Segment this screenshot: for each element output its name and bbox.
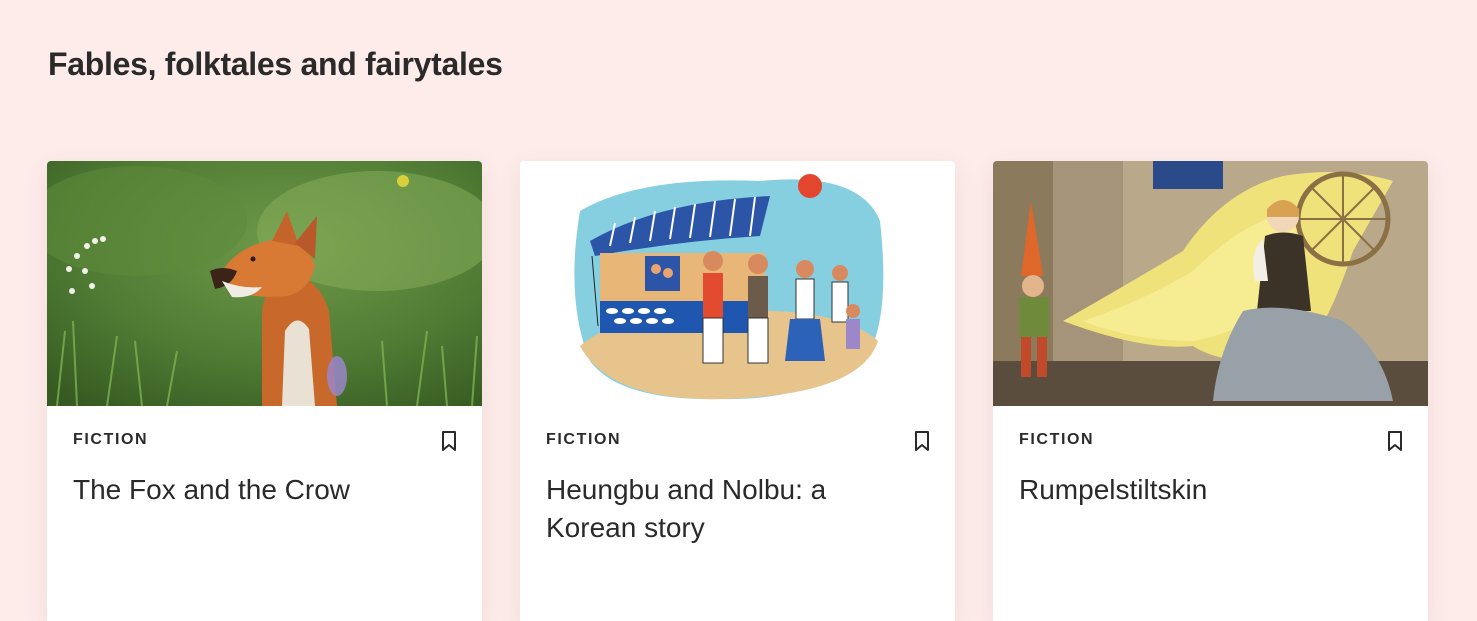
card-category[interactable]: FICTION bbox=[73, 431, 456, 449]
bookmark-icon[interactable] bbox=[440, 430, 458, 452]
story-card[interactable]: FICTION Rumpelstiltskin bbox=[993, 161, 1428, 621]
section-title: Fables, folktales and fairytales bbox=[48, 46, 503, 82]
bookmark-icon[interactable] bbox=[913, 430, 931, 452]
card-body: FICTION Heungbu and Nolbu: a Korean stor… bbox=[520, 406, 955, 547]
card-image-fox[interactable] bbox=[47, 161, 482, 406]
card-image-korean-story[interactable] bbox=[520, 161, 955, 406]
card-title[interactable]: Heungbu and Nolbu: a Korean story bbox=[546, 471, 929, 547]
card-category[interactable]: FICTION bbox=[1019, 431, 1402, 449]
card-category[interactable]: FICTION bbox=[546, 431, 929, 449]
card-list: FICTION The Fox and the Crow FICTION Heu… bbox=[47, 161, 1428, 621]
card-title[interactable]: Rumpelstiltskin bbox=[1019, 471, 1402, 509]
bookmark-icon[interactable] bbox=[1386, 430, 1404, 452]
card-image-rumpelstiltskin[interactable] bbox=[993, 161, 1428, 406]
story-card[interactable]: FICTION The Fox and the Crow bbox=[47, 161, 482, 621]
card-title[interactable]: The Fox and the Crow bbox=[73, 471, 456, 509]
card-body: FICTION The Fox and the Crow bbox=[47, 406, 482, 509]
rumpelstiltskin-illustration-icon bbox=[993, 161, 1428, 406]
korean-family-illustration-icon bbox=[520, 161, 955, 406]
fox-photo-icon bbox=[47, 161, 482, 406]
story-card[interactable]: FICTION Heungbu and Nolbu: a Korean stor… bbox=[520, 161, 955, 621]
card-body: FICTION Rumpelstiltskin bbox=[993, 406, 1428, 509]
